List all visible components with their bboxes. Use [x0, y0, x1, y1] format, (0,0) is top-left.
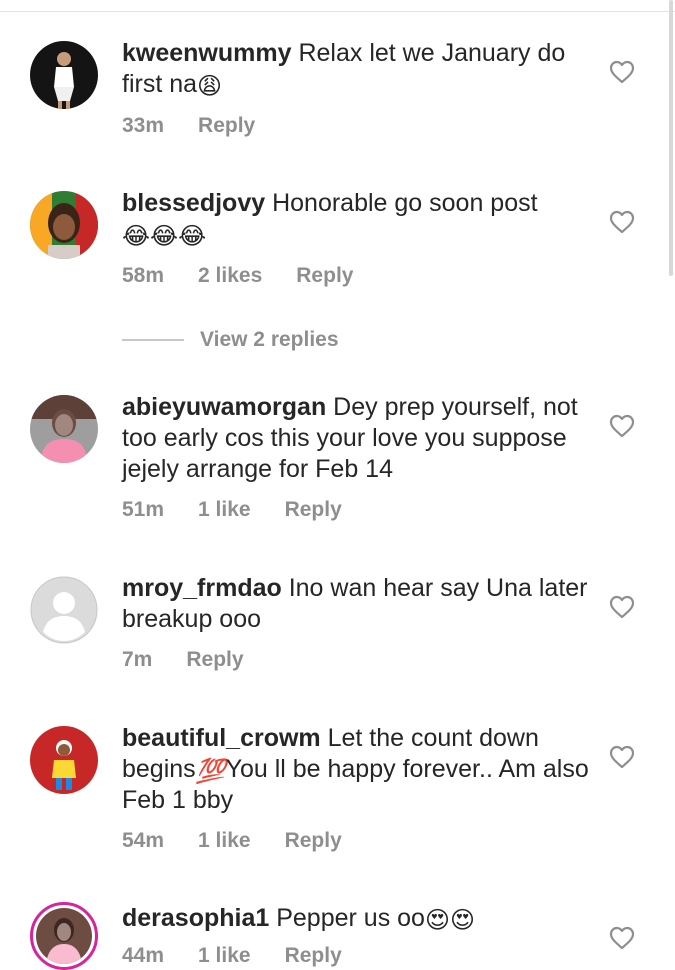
user-photo-icon — [30, 41, 98, 109]
comment-username[interactable]: mroy_frmdao — [122, 574, 282, 602]
tears-of-joy-emoji: 😂😂😂 — [122, 222, 207, 250]
comment-time: 33m — [122, 114, 165, 137]
like-count[interactable]: 1 like — [198, 829, 251, 852]
top-divider — [0, 11, 675, 12]
avatar-abieyuwamorgan[interactable] — [30, 395, 98, 463]
view-replies-label: View 2 replies — [200, 328, 339, 351]
comment-meta: 33m Reply — [122, 114, 289, 138]
heart-outline-icon[interactable] — [609, 60, 635, 84]
reply-button[interactable]: Reply — [186, 648, 243, 671]
view-replies-link[interactable]: View 2 replies — [122, 327, 339, 353]
user-photo-icon — [30, 726, 98, 794]
reply-button[interactable]: Reply — [285, 498, 342, 521]
comment-username[interactable]: blessedjovy — [122, 189, 265, 217]
comment-meta: 58m 2 likes Reply — [122, 264, 387, 288]
comment-username[interactable]: beautiful_crowm — [122, 724, 321, 752]
comment-time: 54m — [122, 829, 165, 852]
comment-username[interactable]: derasophia1 — [122, 904, 269, 932]
comment-text: mroy_frmdao Ino wan hear say Una later b… — [122, 573, 592, 635]
heart-outline-icon[interactable] — [609, 745, 635, 769]
avatar-beautiful_crowm[interactable] — [30, 726, 98, 794]
avatar-blessedjovy[interactable] — [30, 191, 98, 259]
comment-time: 51m — [122, 498, 165, 521]
comment-username[interactable]: abieyuwamorgan — [122, 393, 326, 421]
avatar-mroy_frmdao[interactable] — [30, 576, 98, 644]
heart-outline-icon[interactable] — [609, 414, 635, 438]
hundred-points-emoji: 💯 — [195, 757, 226, 785]
user-photo-icon — [36, 908, 92, 964]
comment-time: 7m — [122, 648, 153, 671]
comment-time: 58m — [122, 264, 165, 287]
like-count[interactable]: 1 like — [198, 944, 251, 967]
heart-outline-icon[interactable] — [609, 210, 635, 234]
comment-body: Honorable go soon post — [265, 189, 538, 217]
comment-time: 44m — [122, 944, 165, 967]
reply-button[interactable]: Reply — [285, 829, 342, 852]
comment-meta: 7m Reply — [122, 648, 278, 672]
default-avatar-icon — [30, 576, 98, 644]
comment-meta: 44m 1 like Reply — [122, 944, 376, 968]
comment-text: blessedjovy Honorable go soon post 😂😂😂 — [122, 188, 592, 250]
heart-eyes-emoji: 😍😍 — [424, 906, 475, 934]
reply-button[interactable]: Reply — [296, 264, 353, 287]
heart-outline-icon[interactable] — [609, 595, 635, 619]
comment-text: kweenwummy Relax let we January do first… — [122, 38, 592, 100]
comment-body: Pepper us oo — [269, 904, 425, 932]
story-ring-avatar-icon — [36, 908, 92, 964]
comment-text: derasophia1 Pepper us oo😍😍 — [122, 903, 592, 934]
replies-divider-line — [122, 339, 184, 341]
heart-outline-icon[interactable] — [609, 926, 635, 950]
avatar-derasophia1[interactable] — [30, 902, 98, 970]
scrollbar[interactable] — [669, 0, 673, 276]
like-count[interactable]: 1 like — [198, 498, 251, 521]
comment-username[interactable]: kweenwummy — [122, 39, 292, 67]
avatar-kweenwummy[interactable] — [30, 41, 98, 109]
comment-meta: 54m 1 like Reply — [122, 829, 376, 853]
reply-button[interactable]: Reply — [198, 114, 255, 137]
comment-text: beautiful_crowm Let the count down begin… — [122, 723, 592, 816]
comment-meta: 51m 1 like Reply — [122, 498, 376, 522]
like-count[interactable]: 2 likes — [198, 264, 262, 287]
comment-text: abieyuwamorgan Dey prep yourself, not to… — [122, 392, 592, 485]
user-photo-icon — [30, 395, 98, 463]
user-photo-icon — [30, 191, 98, 259]
weary-face-emoji: 😩 — [197, 72, 223, 100]
reply-button[interactable]: Reply — [285, 944, 342, 967]
